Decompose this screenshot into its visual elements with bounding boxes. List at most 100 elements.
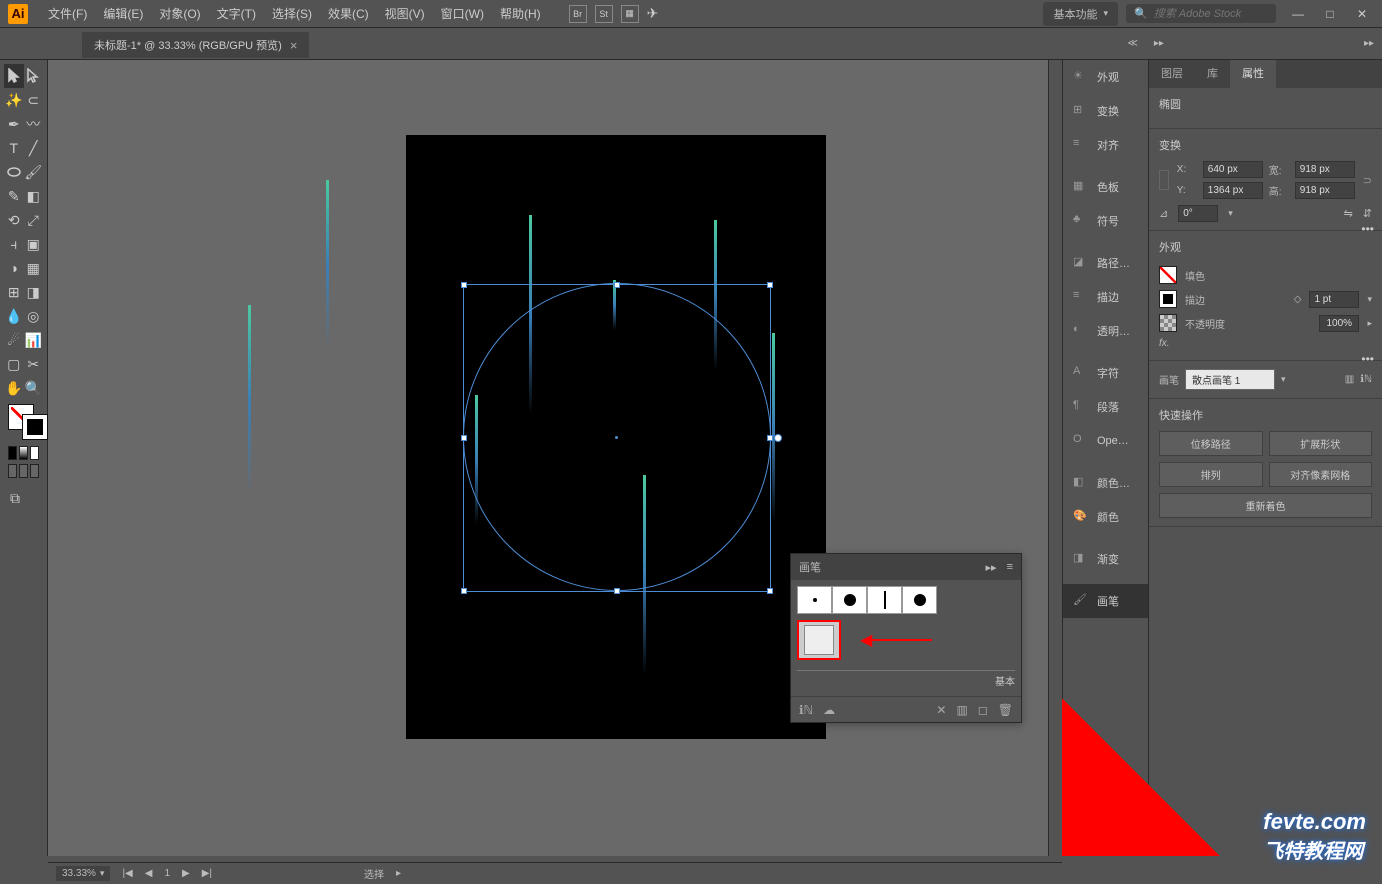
h-label: 高: [1269, 183, 1289, 198]
opacity-value[interactable]: 100% [1319, 315, 1359, 332]
minimize-button[interactable]: — [1286, 5, 1310, 23]
menu-help[interactable]: 帮助(H) [492, 5, 549, 22]
gpu-icon[interactable]: ✈ [647, 5, 659, 23]
menu-type[interactable]: 文字(T) [209, 5, 264, 22]
menu-edit[interactable]: 编辑(E) [95, 5, 151, 22]
tab-close-icon[interactable]: × [290, 38, 298, 53]
right-collapse1-icon[interactable]: ▸▸ [1154, 38, 1164, 49]
brush-swatch-3[interactable] [867, 586, 902, 614]
close-button[interactable]: ✕ [1350, 5, 1374, 23]
color-mode-row [4, 444, 43, 462]
w-label: 宽: [1269, 162, 1289, 177]
brush-options2-icon[interactable]: ▥ [956, 703, 967, 717]
search-icon: 🔍 [1134, 7, 1148, 20]
arrange-docs-icon[interactable]: ▦ [621, 5, 639, 23]
angle-icon: ⊿ [1159, 207, 1168, 220]
custom-brush-swatch[interactable] [797, 620, 841, 660]
scrollbar-vertical[interactable] [1048, 60, 1062, 856]
handle-se[interactable] [767, 588, 773, 594]
menu-effect[interactable]: 效果(C) [320, 5, 377, 22]
handle-nw[interactable] [461, 282, 467, 288]
flip-v-icon[interactable]: ⇵ [1363, 207, 1372, 220]
opacity-label: 不透明度 [1185, 316, 1225, 331]
flip-h-icon[interactable]: ⇋ [1344, 207, 1353, 220]
opacity-chevron-icon[interactable]: ▸ [1367, 318, 1372, 329]
menu-window[interactable]: 窗口(W) [433, 5, 492, 22]
link-wh-icon[interactable]: ⊃ [1363, 174, 1372, 187]
page-number[interactable]: 1 [164, 868, 170, 879]
menu-view[interactable]: 视图(V) [377, 5, 433, 22]
opacity-swatch[interactable] [1159, 314, 1177, 332]
fill-label: 填色 [1185, 268, 1205, 283]
collapse-control-icon[interactable]: ≪ [1127, 38, 1137, 49]
screen-mode-tool[interactable]: ⧉ [4, 486, 26, 510]
stroke-weight-input[interactable] [1309, 291, 1359, 308]
nav-prev-icon[interactable]: ◀ [145, 868, 153, 879]
workspace-selector[interactable]: 基本功能 ▾ [1043, 2, 1118, 26]
nav-first-icon[interactable]: |◀ [122, 868, 132, 879]
handle-ne[interactable] [767, 282, 773, 288]
status-bar: 33.33% ▾ |◀ ◀ 1 ▶ ▶| 选择 ▸ [48, 862, 1062, 884]
transform-section: 变换 X: 宽: Y: 高: ⊃ ⊿ ▾ ⇋ ⇵ ••• [1149, 129, 1382, 231]
brush-swatch-2[interactable] [832, 586, 867, 614]
menu-select[interactable]: 选择(S) [264, 5, 320, 22]
stroke-swatch[interactable] [1159, 290, 1177, 308]
delete-brush-icon[interactable]: 🗑 [998, 703, 1013, 717]
left-toolbar: ✨⊂ ✒〰 T╱ 🖌 ✎◧ ⟲⤢ ⫞▣ ◑▦ ⊞◨ 💧◎ ☄📊 ▢✂ ✋🔍 ⧉ [0, 60, 48, 856]
h-input[interactable] [1295, 182, 1355, 199]
fx-label[interactable]: fx. [1159, 338, 1170, 349]
handle-sw[interactable] [461, 588, 467, 594]
appearance-title: 外观 [1159, 239, 1372, 255]
angle-chevron-icon[interactable]: ▾ [1228, 208, 1233, 219]
brush-swatch-1[interactable] [797, 586, 832, 614]
fill-swatch[interactable] [1159, 266, 1177, 284]
appearance-more-icon[interactable]: ••• [1361, 352, 1374, 366]
handle-s[interactable] [614, 588, 620, 594]
panel-menu-icon[interactable]: ≡ [1007, 561, 1013, 573]
stock-icon[interactable]: St [595, 5, 613, 23]
workspace-label: 基本功能 [1053, 6, 1097, 22]
panel-collapse-icon[interactable]: ▸▸ [986, 561, 997, 574]
canvas[interactable] [48, 60, 1062, 856]
gradient-stroke-5 [772, 333, 775, 523]
color-mode-none[interactable] [30, 446, 39, 460]
handle-w[interactable] [461, 435, 467, 441]
nav-last-icon[interactable]: ▶| [202, 868, 212, 879]
tool-chevron-icon[interactable]: ▸ [396, 868, 401, 879]
watermark-url: fevte.com [1263, 809, 1366, 834]
transform-title: 变换 [1159, 137, 1372, 153]
menu-file[interactable]: 文件(F) [40, 5, 95, 22]
x-input[interactable] [1203, 161, 1263, 178]
maximize-button[interactable]: □ [1318, 5, 1342, 23]
reference-point[interactable] [1159, 170, 1169, 190]
y-input[interactable] [1203, 182, 1263, 199]
gradient-stroke-1 [248, 305, 251, 495]
zoom-value: 33.33% [62, 868, 96, 879]
brushes-panel-footer: ℹℕ ☁ ✕ ▥ ◻ 🗑 [791, 696, 1021, 722]
remove-stroke-icon[interactable]: ✕ [936, 703, 946, 717]
top-icon-group: Br St ▦ ✈ [569, 5, 659, 23]
angle-input[interactable] [1178, 205, 1218, 222]
live-corner-widget[interactable] [774, 434, 782, 442]
document-tabs: 未标题-1* @ 33.33% (RGB/GPU 预览) × [0, 28, 309, 58]
right-collapse2-icon[interactable]: ▸▸ [1364, 38, 1374, 49]
brushes-panel-header[interactable]: 画笔 ▸▸ ≡ [791, 554, 1021, 580]
search-stock-box[interactable]: 🔍 [1126, 4, 1276, 23]
brush-libraries2-icon[interactable]: ☁ [823, 703, 835, 717]
brush-swatch-4[interactable] [902, 586, 937, 614]
nav-next-icon[interactable]: ▶ [182, 868, 190, 879]
handle-e[interactable] [767, 435, 773, 441]
brush-libraries-icon[interactable]: ℹℕ [799, 703, 813, 717]
zoom-selector[interactable]: 33.33% ▾ [56, 866, 110, 881]
window-buttons: — □ ✕ [1286, 5, 1374, 23]
handle-n[interactable] [614, 282, 620, 288]
search-input[interactable] [1154, 8, 1264, 20]
stroke-chevron-icon[interactable]: ▾ [1367, 294, 1372, 305]
selection-bbox [463, 284, 771, 592]
watermark-cn: 飞特教程网 [1263, 841, 1363, 863]
w-input[interactable] [1295, 161, 1355, 178]
bridge-icon[interactable]: Br [569, 5, 587, 23]
new-brush-icon[interactable]: ◻ [978, 703, 988, 717]
menu-object[interactable]: 对象(O) [151, 5, 208, 22]
document-tab[interactable]: 未标题-1* @ 33.33% (RGB/GPU 预览) × [82, 32, 309, 58]
